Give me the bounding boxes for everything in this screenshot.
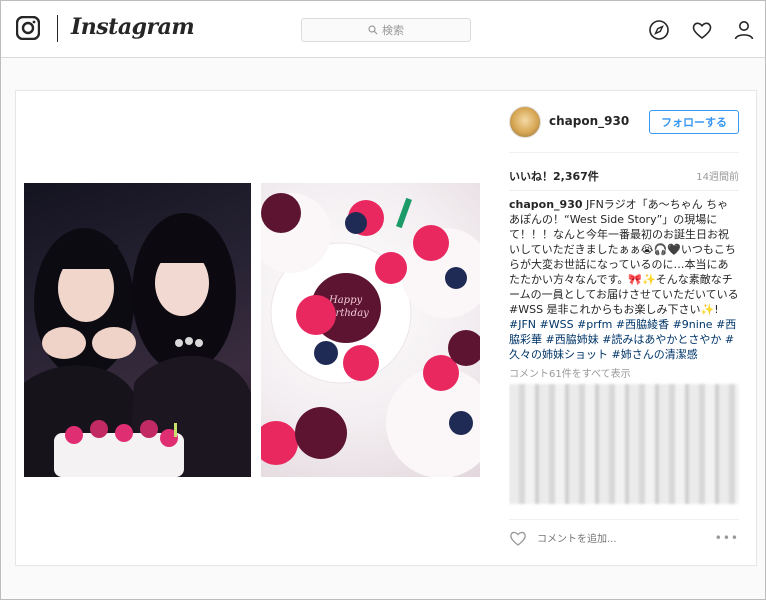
avatar[interactable] bbox=[509, 106, 541, 138]
caption-text: JFNラジオ「あ〜ちゃん ちゃあぽんの！“West Side Story”」の現… bbox=[509, 198, 739, 301]
follow-button[interactable]: フォローする bbox=[649, 110, 739, 134]
post-caption: chapon_930 JFNラジオ「あ〜ちゃん ちゃあぽんの！“West Sid… bbox=[509, 197, 739, 317]
post-card: Happy Birthday chapon_930 フォローする いいね！2,3… bbox=[15, 90, 757, 566]
post-timestamp[interactable]: 14週間前 bbox=[696, 168, 739, 183]
instagram-logo-icon[interactable] bbox=[16, 16, 40, 40]
blurred-comments bbox=[509, 384, 739, 504]
comment-input[interactable] bbox=[537, 531, 707, 547]
logo-divider bbox=[57, 15, 58, 42]
svg-text:Happy: Happy bbox=[328, 295, 362, 306]
post-photo[interactable]: Happy Birthday bbox=[24, 183, 480, 477]
photo-cake: Happy Birthday bbox=[261, 183, 480, 477]
photo-sisters-illustration bbox=[24, 213, 251, 477]
comment-divider bbox=[509, 519, 739, 520]
post-hashtags[interactable]: #JFN #WSS #prfm #西脇綾香 #9nine #西脇彩華 #西脇姉妹… bbox=[509, 317, 739, 362]
search-box[interactable]: 検索 bbox=[301, 18, 471, 42]
view-all-comments[interactable]: コメント61件をすべて表示 bbox=[509, 365, 745, 380]
comment-bar: ••• bbox=[509, 528, 739, 550]
photo-cake-illustration: Happy Birthday bbox=[261, 193, 480, 477]
search-placeholder: 検索 bbox=[382, 24, 404, 37]
likes-divider bbox=[509, 190, 739, 191]
top-nav: Instagram 検索 bbox=[1, 1, 765, 58]
search-icon bbox=[368, 25, 378, 35]
instagram-wordmark[interactable]: Instagram bbox=[71, 14, 195, 40]
photo-sisters bbox=[24, 183, 251, 477]
like-icon[interactable] bbox=[509, 529, 527, 547]
caption-username[interactable]: chapon_930 bbox=[509, 198, 583, 211]
more-options-icon[interactable]: ••• bbox=[715, 531, 739, 545]
caption-tail: #WSS 是非これからもお楽しみ下さい✨! bbox=[509, 303, 719, 316]
post-sidebar: chapon_930 フォローする いいね！2,367件 14週間前 chapo… bbox=[509, 91, 739, 567]
like-count[interactable]: いいね！2,367件 bbox=[509, 168, 599, 184]
post-username[interactable]: chapon_930 bbox=[549, 114, 629, 128]
heart-icon[interactable] bbox=[691, 19, 713, 41]
header-divider bbox=[509, 152, 739, 153]
likes-row: いいね！2,367件 14週間前 bbox=[509, 168, 739, 184]
profile-icon[interactable] bbox=[733, 19, 755, 41]
comments-list[interactable]: chapon_930 JFNラジオ「あ〜ちゃん ちゃあぽんの！“West Sid… bbox=[509, 197, 745, 515]
compass-icon[interactable] bbox=[648, 19, 670, 41]
post-header: chapon_930 フォローする bbox=[509, 106, 739, 138]
